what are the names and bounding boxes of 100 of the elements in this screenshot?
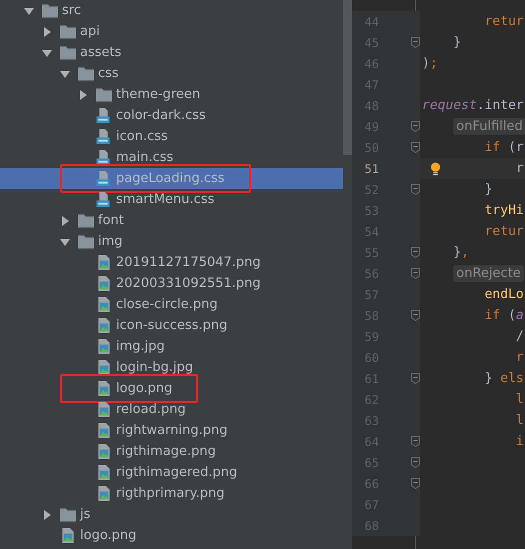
fold-marker-icon[interactable]: [411, 184, 420, 195]
fold-marker-icon[interactable]: [411, 268, 420, 279]
code-line: retur: [484, 224, 524, 239]
scrollbar-thumb[interactable]: [343, 0, 352, 155]
tree-row[interactable]: font: [0, 210, 343, 231]
tree-row[interactable]: js: [0, 504, 343, 525]
folder-icon: [60, 24, 76, 39]
folder-icon: [42, 3, 58, 18]
tree-row[interactable]: main.css: [0, 147, 343, 168]
tree-row[interactable]: assets: [0, 42, 343, 63]
file-name: reload.png: [116, 402, 186, 417]
image-file-icon: [96, 276, 112, 291]
tree-row[interactable]: close-circle.png: [0, 294, 343, 315]
folder-icon: [78, 234, 94, 249]
file-name: api: [80, 24, 100, 39]
fold-marker-icon[interactable]: [411, 373, 420, 384]
file-name: img: [98, 234, 123, 249]
file-name: 20191127175047.png: [116, 255, 261, 270]
image-file-icon: [96, 423, 112, 438]
image-file-icon: [96, 318, 112, 333]
file-name: rigthimage.png: [116, 444, 216, 459]
tree-row[interactable]: img: [0, 231, 343, 252]
file-name: rightwarning.png: [116, 423, 228, 438]
expand-arrow-icon[interactable]: [78, 90, 88, 100]
file-name: logo.png: [80, 528, 136, 543]
tree-row[interactable]: reload.png: [0, 399, 343, 420]
code-line: if (r: [484, 140, 524, 155]
collapse-arrow-icon[interactable]: [24, 6, 34, 16]
fold-marker-icon[interactable]: [411, 121, 420, 132]
code-line: r: [516, 161, 524, 176]
fold-marker-icon[interactable]: [411, 247, 420, 258]
tree-row[interactable]: theme-green: [0, 84, 343, 105]
code-line: i: [516, 434, 524, 449]
css-file-icon: [96, 108, 112, 123]
tree-row[interactable]: rigthimagered.png: [0, 462, 343, 483]
collapse-arrow-icon[interactable]: [42, 48, 52, 58]
fold-marker-icon[interactable]: [411, 37, 420, 48]
file-name: icon-success.png: [116, 318, 228, 333]
css-file-icon: [96, 150, 112, 165]
code-line: }: [453, 35, 462, 50]
image-file-icon: [96, 444, 112, 459]
tree-row[interactable]: logo.png: [0, 378, 343, 399]
lightbulb-icon[interactable]: [430, 162, 441, 176]
file-name: smartMenu.css: [116, 192, 214, 207]
file-name: src: [62, 3, 81, 18]
css-file-icon: [96, 192, 112, 207]
tree-row[interactable]: rightwarning.png: [0, 420, 343, 441]
file-name: js: [80, 507, 90, 522]
fold-marker-icon[interactable]: [411, 142, 420, 153]
code-line: request.inter: [422, 98, 524, 113]
tree-row[interactable]: color-dark.css: [0, 105, 343, 126]
expand-arrow-icon[interactable]: [42, 26, 52, 36]
file-name: color-dark.css: [116, 108, 206, 123]
file-name: pageLoading.css: [116, 171, 225, 186]
code-line: }: [484, 182, 492, 197]
fold-marker-icon[interactable]: [411, 457, 420, 468]
collapse-arrow-icon[interactable]: [60, 68, 70, 78]
code-line: l: [516, 413, 524, 428]
image-file-icon: [60, 528, 76, 543]
fold-marker-icon[interactable]: [411, 478, 420, 489]
tree-row[interactable]: icon.css: [0, 126, 343, 147]
tree-row[interactable]: rigthprimary.png: [0, 483, 343, 504]
tree-row[interactable]: login-bg.jpg: [0, 357, 343, 378]
tree-row[interactable]: icon-success.png: [0, 315, 343, 336]
code-line: );: [422, 56, 438, 71]
image-file-icon: [96, 465, 112, 480]
code-line: l: [516, 392, 524, 407]
tree-row[interactable]: api: [0, 21, 343, 42]
code-line: if (a: [484, 308, 524, 323]
tree-row[interactable]: img.jpg: [0, 336, 343, 357]
code-line: tryHi: [484, 203, 524, 218]
file-name: close-circle.png: [116, 297, 218, 312]
css-file-icon: [96, 129, 112, 144]
file-name: 20200331092551.png: [116, 276, 261, 291]
tree-row[interactable]: logo.png: [0, 525, 343, 546]
code-line: endLo: [484, 287, 524, 302]
file-name: icon.css: [116, 129, 168, 144]
file-name: main.css: [116, 150, 174, 165]
tree-row[interactable]: rigthimage.png: [0, 441, 343, 462]
folder-icon: [96, 87, 112, 102]
file-name: logo.png: [116, 381, 172, 396]
fold-marker-icon[interactable]: [411, 310, 420, 321]
expand-arrow-icon[interactable]: [42, 510, 52, 520]
tree-row[interactable]: src: [0, 0, 343, 21]
tree-row[interactable]: 20200331092551.png: [0, 273, 343, 294]
image-file-icon: [96, 255, 112, 270]
fold-marker-icon[interactable]: [411, 436, 420, 447]
tree-row[interactable]: smartMenu.css: [0, 189, 343, 210]
folder-icon: [60, 507, 76, 522]
file-name: theme-green: [116, 87, 200, 102]
code-line: },: [453, 245, 469, 260]
collapse-arrow-icon[interactable]: [60, 236, 70, 246]
image-file-icon: [96, 297, 112, 312]
tree-row[interactable]: 20191127175047.png: [0, 252, 343, 273]
folder-icon: [78, 66, 94, 81]
tree-row[interactable]: css: [0, 63, 343, 84]
code-line: retur: [484, 14, 524, 29]
file-name: font: [98, 213, 124, 228]
expand-arrow-icon[interactable]: [60, 216, 70, 226]
file-name: login-bg.jpg: [116, 360, 194, 375]
